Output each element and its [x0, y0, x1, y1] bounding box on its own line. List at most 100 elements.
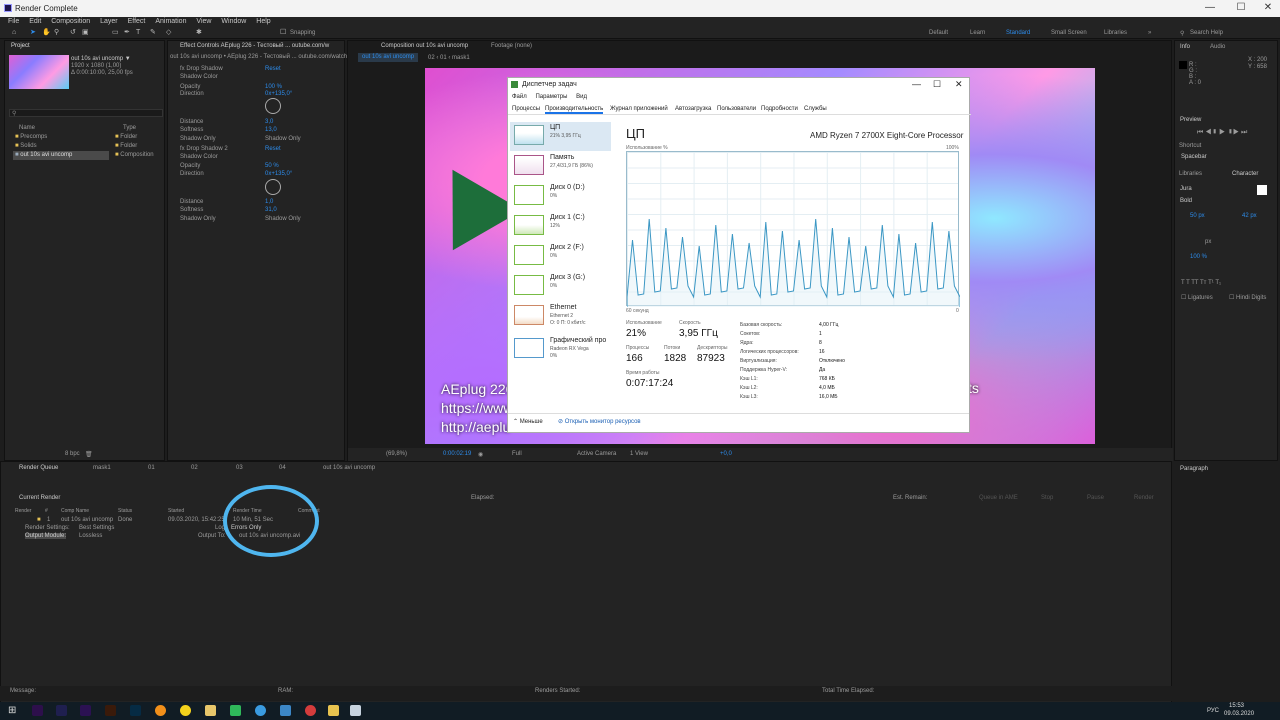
explorer-icon[interactable]: [328, 705, 339, 716]
tm-menu-options[interactable]: Параметры: [535, 94, 567, 100]
menu-layer[interactable]: Layer: [100, 18, 118, 25]
col-type-header[interactable]: Type: [123, 125, 136, 131]
home-icon[interactable]: ⌂: [12, 29, 19, 36]
premiere-icon[interactable]: [32, 705, 43, 716]
side-item-cpu[interactable]: ЦП 21% 3,95 ГГц: [510, 122, 613, 150]
effect-property-value[interactable]: 3,0: [265, 119, 273, 125]
resolution-select[interactable]: Full: [512, 451, 522, 457]
menu-animation[interactable]: Animation: [155, 18, 186, 25]
rotate-tool-icon[interactable]: ↺: [70, 29, 77, 36]
menu-file[interactable]: File: [8, 18, 19, 25]
task-manager-taskbar-icon[interactable]: [350, 705, 361, 716]
menu-window[interactable]: Window: [221, 18, 246, 25]
menu-effect[interactable]: Effect: [128, 18, 146, 25]
workspace-learn[interactable]: Learn: [970, 30, 985, 36]
menu-edit[interactable]: Edit: [29, 18, 41, 25]
tab-processes[interactable]: Процессы: [512, 106, 540, 112]
playback-controls[interactable]: ⏮ ◀▮ ▶ ▮▶ ⏭: [1197, 129, 1247, 137]
composition-tab[interactable]: Composition out 10s avi uncomp: [381, 43, 468, 49]
font-size-value[interactable]: 50 px: [1190, 213, 1205, 219]
menu-help[interactable]: Help: [256, 18, 270, 25]
timeline-tab[interactable]: 01: [148, 465, 155, 471]
eraser-tool-icon[interactable]: ◇: [166, 29, 173, 36]
project-list-item[interactable]: ■ Solids: [15, 143, 37, 149]
animate-icon[interactable]: [80, 705, 91, 716]
tab-app-history[interactable]: Журнал приложений: [610, 106, 668, 112]
side-item-disk0[interactable]: Диск 0 (D:) 0%: [510, 182, 613, 210]
info-tab[interactable]: Info: [1180, 44, 1190, 50]
maximize-button[interactable]: ☐: [1226, 2, 1256, 13]
stop-button[interactable]: Stop: [1041, 495, 1053, 501]
snapping-checkbox[interactable]: ☐: [280, 29, 287, 36]
font-style-select[interactable]: Bold: [1180, 198, 1192, 204]
footage-tab[interactable]: Footage (none): [491, 43, 532, 49]
paragraph-tab[interactable]: Paragraph: [1180, 466, 1208, 472]
timeline-tab[interactable]: mask1: [93, 465, 111, 471]
column-header[interactable]: #: [45, 508, 48, 514]
effect-property-value[interactable]: 13,0: [265, 127, 277, 133]
project-list-item[interactable]: ■ Precomps: [15, 134, 47, 140]
queue-in-ame-button[interactable]: Queue in AME: [979, 495, 1018, 501]
render-settings-value[interactable]: Best Settings: [79, 525, 114, 531]
close-button[interactable]: ✕: [1253, 2, 1280, 13]
minimize-button[interactable]: —: [1195, 2, 1225, 13]
bpc-label[interactable]: 8 bpc: [65, 451, 80, 457]
character-tab[interactable]: Character: [1232, 171, 1258, 177]
search-help-input[interactable]: Search Help: [1190, 30, 1223, 36]
type-style-buttons[interactable]: T T TT Tт T¹ T₁: [1181, 280, 1221, 286]
column-header[interactable]: Status: [118, 508, 132, 514]
side-item-gpu[interactable]: Графический про Radeon RX Vega 0%: [510, 335, 613, 363]
effect-property-value[interactable]: 1,0: [265, 199, 273, 205]
workspace-small-screen[interactable]: Small Screen: [1051, 30, 1087, 36]
language-indicator[interactable]: РУС: [1207, 708, 1219, 714]
audio-tab[interactable]: Audio: [1210, 44, 1225, 50]
timeline-tab[interactable]: 02: [191, 465, 198, 471]
column-header[interactable]: Comp Name: [61, 508, 89, 514]
clock-date[interactable]: 09.03.2020: [1224, 711, 1254, 717]
output-module-value[interactable]: Lossless: [79, 533, 102, 539]
tm-minimize-button[interactable]: —: [912, 79, 921, 89]
start-icon[interactable]: ⊞: [8, 705, 16, 716]
side-item-disk2[interactable]: Диск 2 (F:) 0%: [510, 242, 613, 270]
effect-property-value[interactable]: 50 %: [265, 163, 279, 169]
open-resource-monitor-link[interactable]: ⊘ Открыть монитор ресурсов: [558, 418, 641, 425]
ligatures-checkbox[interactable]: ☐ Ligatures: [1181, 294, 1213, 301]
workspace-libraries[interactable]: Libraries: [1104, 30, 1127, 36]
camera-tool-icon[interactable]: ▣: [82, 29, 89, 36]
tab-startup[interactable]: Автозагрузка: [675, 106, 711, 112]
illustrator-icon[interactable]: [105, 705, 116, 716]
vertical-scale[interactable]: 100 %: [1190, 254, 1207, 260]
utorrent-icon[interactable]: [230, 705, 241, 716]
effect-property-value[interactable]: Shadow Only: [265, 216, 301, 222]
menu-composition[interactable]: Composition: [51, 18, 90, 25]
preview-tab[interactable]: Preview: [1180, 117, 1201, 123]
pause-button[interactable]: Pause: [1087, 495, 1104, 501]
leading-value[interactable]: 42 px: [1242, 213, 1257, 219]
libraries-tab[interactable]: Libraries: [1179, 171, 1202, 177]
effect-property-value[interactable]: Shadow Only: [265, 136, 301, 142]
comp-subtab[interactable]: out 10s avi uncomp: [358, 53, 418, 62]
active-camera-select[interactable]: Active Camera: [577, 451, 616, 457]
zoom-tool-icon[interactable]: ⚲: [54, 29, 61, 36]
zoom-level[interactable]: (69,8%): [386, 451, 407, 457]
timeline-tab[interactable]: 04: [279, 465, 286, 471]
tab-details[interactable]: Подробности: [761, 106, 798, 112]
hindi-digits-checkbox[interactable]: ☐ Hindi Digits: [1229, 294, 1266, 301]
puppet-tool-icon[interactable]: ✱: [196, 29, 203, 36]
workspaces-overflow-icon[interactable]: »: [1148, 30, 1151, 36]
view-layout-select[interactable]: 1 View: [630, 451, 648, 457]
firefox-icon[interactable]: [155, 705, 166, 716]
effect-controls-title[interactable]: Effect Controls AEplug 226 - Тестовый ..…: [180, 43, 329, 49]
timeline-tab[interactable]: Render Queue: [19, 465, 58, 471]
project-list-item[interactable]: ■ out 10s avi uncomp: [15, 152, 72, 158]
after-effects-icon[interactable]: [56, 705, 67, 716]
notes-icon[interactable]: [205, 705, 216, 716]
render-item-comp[interactable]: out 10s avi uncomp: [61, 517, 113, 523]
effect-property-value[interactable]: 31,0: [265, 207, 277, 213]
tab-services[interactable]: Службы: [804, 106, 827, 112]
brush-tool-icon[interactable]: ✎: [150, 29, 157, 36]
effect-property-value[interactable]: 0x+135,0°: [265, 91, 292, 97]
camera-snapshot-icon[interactable]: ◉: [478, 451, 483, 458]
workspace-standard[interactable]: Standard: [1006, 30, 1030, 36]
chrome-icon[interactable]: [180, 705, 191, 716]
